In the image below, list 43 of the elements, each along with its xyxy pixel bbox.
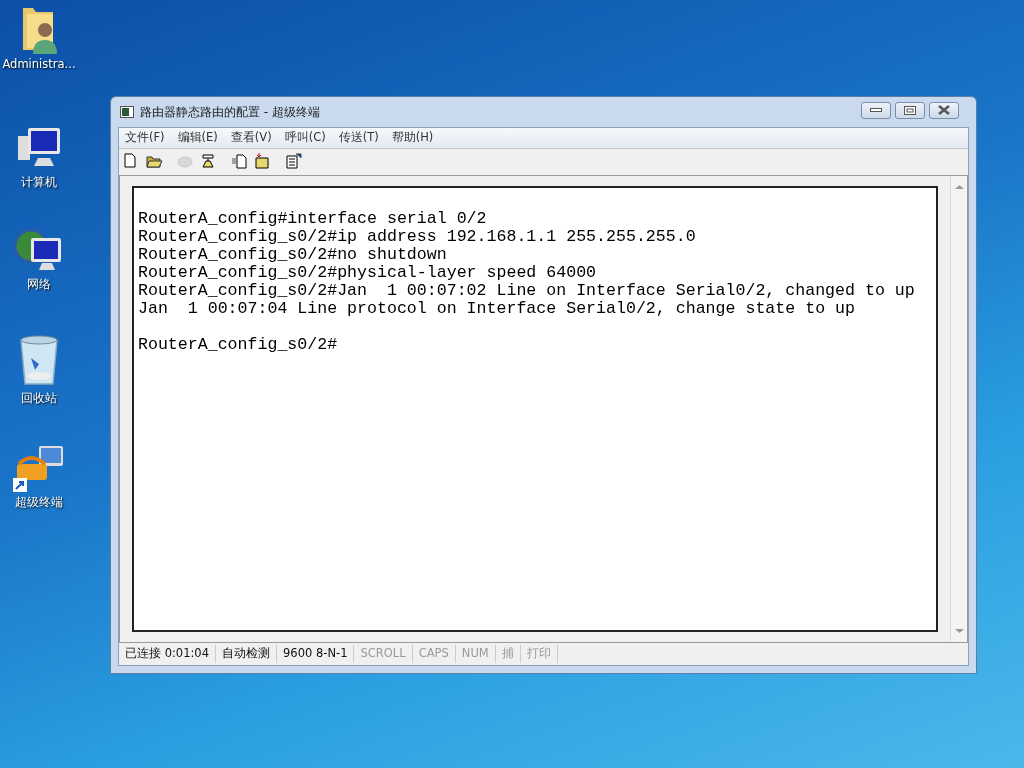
close-icon [938,105,950,115]
terminal-line: RouterA_config_s0/2#Jan 1 00:07:02 Line on Interface Serial0/2, changed to up [138,282,916,300]
menu-item[interactable]: 编辑(E) [177,129,218,147]
status-text: 捕 [495,645,521,663]
menu-item[interactable]: 呼叫(C) [284,129,326,147]
icon-label: 回收站 [21,390,57,407]
status-text: 9600 8-N-1 [277,645,355,663]
maximize-button[interactable] [895,101,925,119]
down-arrow-icon[interactable] [955,628,964,634]
minimize-button[interactable] [861,101,891,119]
menu-item[interactable]: 传送(T) [338,129,379,147]
terminal-line: RouterA_config_s0/2#physical-layer speed 64000 [138,264,598,282]
maximize-icon [904,105,916,115]
window-title: 路由器静态路由的配置 - 超级终端 [140,104,320,121]
send-file-icon[interactable] [231,153,248,169]
menu-item[interactable]: 帮助(H) [391,129,434,147]
status-text: CAPS [412,645,456,663]
open-folder-icon[interactable] [146,153,163,169]
recycle-bin-icon[interactable] [17,334,61,388]
vertical-scrollbar[interactable] [950,176,967,642]
terminal-line: RouterA_config#interface serial 0/2 [138,210,488,228]
status-text: SCROLL [354,645,413,663]
terminal-line: Jan 1 00:07:04 Line protocol on Interface Serial0/2, change state to up [138,300,856,318]
menu-item[interactable]: 查看(V) [230,129,272,147]
close-button[interactable] [929,101,959,119]
icon-label: 计算机 [21,174,57,191]
up-arrow-icon[interactable] [955,184,964,190]
terminal-line: RouterA_config_s0/2#no shutdown [138,246,448,264]
app-icon [120,106,134,118]
status-text: 打印 [520,645,558,663]
receive-folder-icon[interactable] [254,153,271,169]
terminal-line: RouterA_config_s0/2# [138,336,339,354]
properties-icon[interactable] [285,153,302,169]
minimize-icon [870,107,882,113]
icon-label: Administra... [2,56,76,73]
terminal-line: RouterA_config_s0/2#ip address 192.168.1.1 255.255.255.0 [138,228,697,246]
icon-label: 超级终端 [15,494,63,511]
status-text: NUM [455,645,496,663]
icon-label: 网络 [27,276,51,293]
status-text: 已连接 0:01:04 [119,645,216,663]
phone-handset-icon[interactable] [200,153,217,169]
status-text: 自动检测 [216,645,277,663]
menu-item[interactable]: 文件(F) [125,129,165,147]
